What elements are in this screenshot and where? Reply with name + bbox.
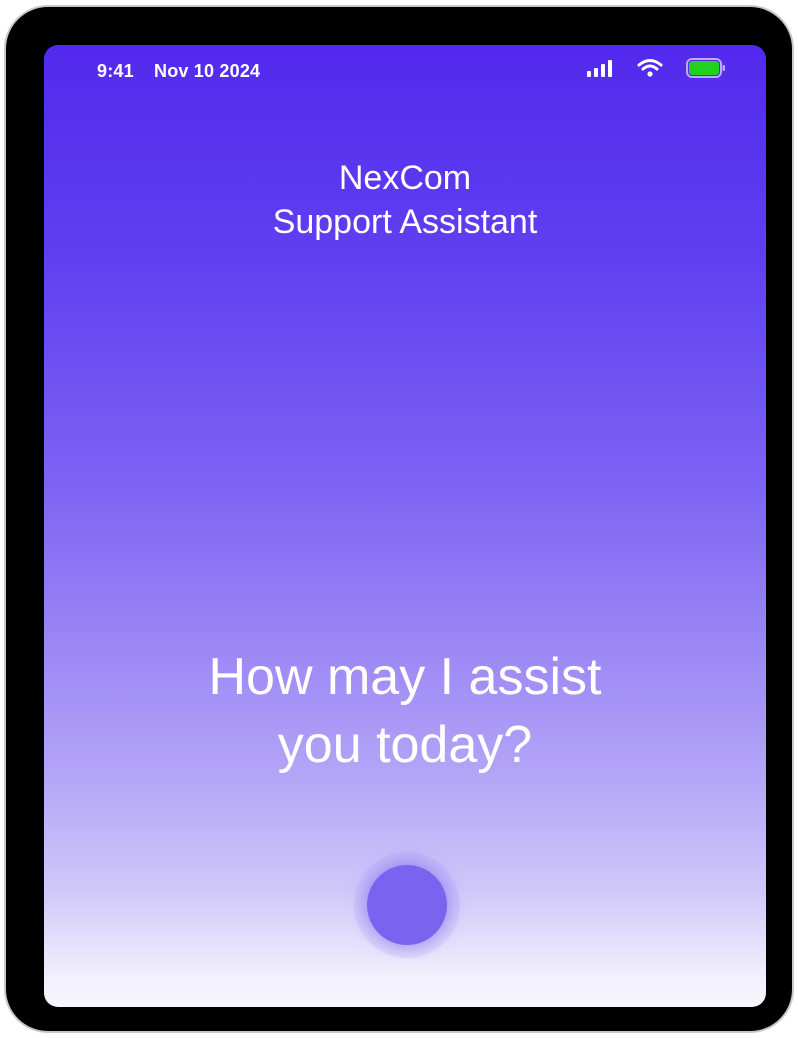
signal-icon: [587, 60, 612, 77]
battery-icon: [686, 58, 725, 78]
app-name: NexCom: [338, 159, 472, 197]
voice-orb-icon[interactable]: [367, 865, 447, 945]
status-time: 9:41: [97, 61, 134, 81]
assistant-prompt: How may I assist you today?: [44, 643, 766, 779]
app-subtitle: Support Assistant: [272, 203, 538, 241]
tablet-frame: 9:41 Nov 10 2024 NexCom Support Assistan…: [4, 5, 794, 1033]
wifi-icon: [637, 59, 663, 77]
status-bar: 9:41 Nov 10 2024: [44, 45, 766, 99]
status-date: Nov 10 2024: [154, 61, 261, 81]
prompt-line-2: you today?: [277, 716, 533, 774]
prompt-line-1: How may I assist: [208, 648, 602, 706]
screen: 9:41 Nov 10 2024 NexCom Support Assistan…: [44, 45, 766, 1007]
